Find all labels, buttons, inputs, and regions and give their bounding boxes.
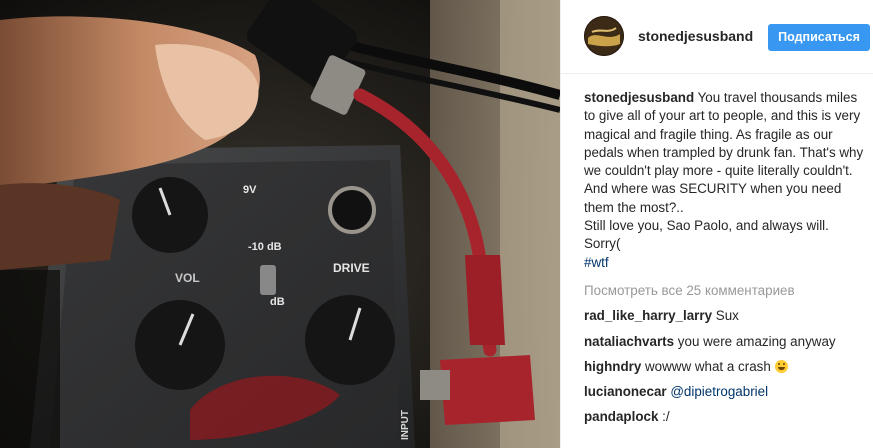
post-sidebar: stonedjesusband Подписаться stonedjesusb… bbox=[560, 0, 873, 448]
post-header: stonedjesusband Подписаться bbox=[561, 0, 873, 74]
avatar-image bbox=[584, 16, 624, 56]
pedal-photo-illustration: 9V -10 dB dB DRIVE VOL INPUT bbox=[0, 0, 560, 448]
comment-mention-link[interactable]: @dipietrogabriel bbox=[670, 384, 768, 399]
label-drive: DRIVE bbox=[333, 261, 370, 275]
label-vol: VOL bbox=[175, 271, 200, 285]
comments-section: stonedjesusband You travel thousands mil… bbox=[584, 89, 866, 427]
label-db: dB bbox=[270, 296, 285, 308]
comment-text: Sux bbox=[715, 308, 739, 324]
comment-item: lucianonecar @dipietrogabriel bbox=[584, 383, 866, 401]
grinning-face-icon bbox=[774, 359, 788, 373]
follow-button[interactable]: Подписаться bbox=[768, 24, 870, 51]
header-username[interactable]: stonedjesusband bbox=[638, 28, 753, 44]
comment-text: wowww what a crash bbox=[645, 358, 771, 374]
comment-text: :/ bbox=[662, 409, 670, 425]
comment-username[interactable]: pandaplock bbox=[584, 409, 658, 424]
hashtag-link[interactable]: #wtf bbox=[584, 254, 866, 272]
caption-text-3: Sorry( bbox=[584, 236, 621, 252]
comment-text: you were amazing anyway bbox=[677, 333, 836, 349]
view-all-comments-link[interactable]: Посмотреть все 25 комментариев bbox=[584, 282, 866, 300]
caption-username[interactable]: stonedjesusband bbox=[584, 90, 694, 105]
comment-item: rad_like_harry_larry Sux bbox=[584, 307, 866, 325]
comment-item: nataliachvarts you were amazing anyway bbox=[584, 333, 866, 351]
caption-text-1: You travel thousands miles to give all o… bbox=[584, 90, 864, 215]
comment-username[interactable]: highndry bbox=[584, 359, 641, 374]
comment-item: highndry wowww what a crash bbox=[584, 358, 866, 376]
comment-username[interactable]: nataliachvarts bbox=[584, 334, 674, 349]
comment-item: pandaplock :/ bbox=[584, 408, 866, 426]
avatar[interactable] bbox=[584, 16, 624, 56]
label-minus-10db: -10 dB bbox=[248, 241, 282, 253]
caption-text-2: Still love you, Sao Paolo, and always wi… bbox=[584, 218, 829, 234]
label-input: INPUT bbox=[400, 410, 411, 440]
post-caption: stonedjesusband You travel thousands mil… bbox=[584, 89, 866, 272]
post-photo[interactable]: 9V -10 dB dB DRIVE VOL INPUT bbox=[0, 0, 560, 448]
comment-username[interactable]: rad_like_harry_larry bbox=[584, 308, 712, 323]
label-9v: 9V bbox=[243, 184, 257, 196]
comment-username[interactable]: lucianonecar bbox=[584, 384, 667, 399]
